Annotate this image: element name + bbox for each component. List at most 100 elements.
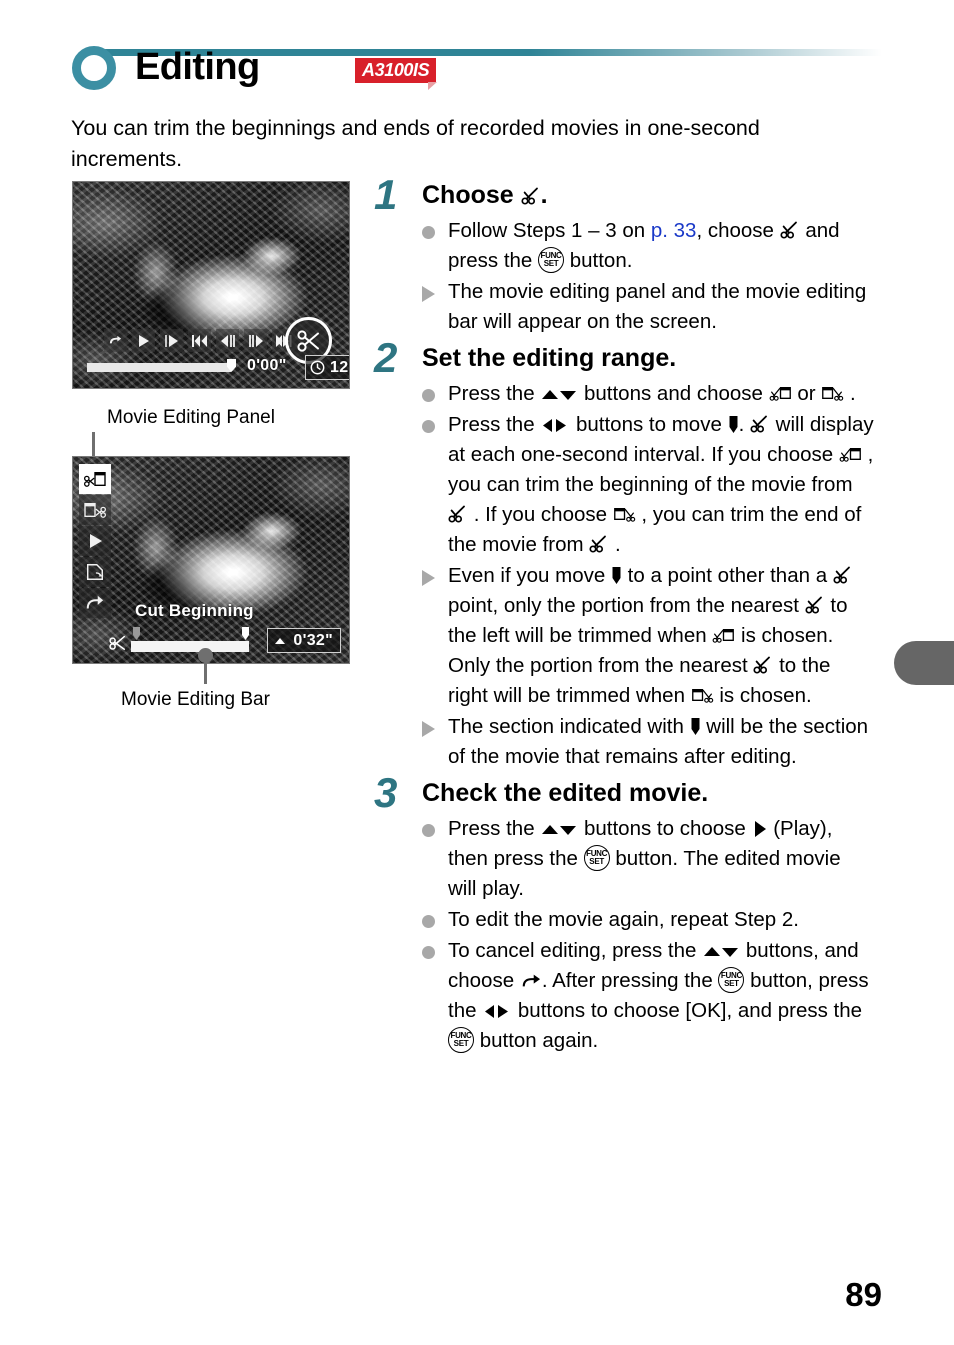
func-set-button-icon: FUNC SET [718,967,745,993]
bullet-text: buttons and choose [578,382,769,405]
bullet-text: Follow Steps 1 – 3 on [448,219,651,242]
skip-back-icon[interactable] [188,329,211,352]
editing-bar-marker-left[interactable] [133,627,140,640]
scissors-icon [780,220,800,240]
editing-bar-marker-right[interactable] [242,627,249,640]
bullet-text: button again. [474,1029,599,1052]
scissors-icon [589,534,609,554]
step-title: Choose . [422,181,548,209]
page-header: Editing A3100IS [72,46,882,98]
cut-beginning-icon [839,444,862,464]
step-number: 3 [374,769,398,816]
editing-mode-label: Cut Beginning [135,601,254,620]
remaining-time-label: 0'32" [293,631,333,649]
action-bullet: Press the buttons to choose (Play), then… [422,814,874,904]
exit-icon[interactable] [104,329,127,352]
left-right-buttons-icon [540,417,570,434]
bullet-text: . [609,533,621,556]
cut-beginning-icon [712,625,735,645]
movie-editing-panel-screenshot: 0'00" 12:00 [72,181,350,389]
bullet-text: . [738,413,750,436]
model-badge: A3100IS [355,58,438,90]
up-down-buttons-icon [540,822,578,838]
chapter-thumb-tab [894,641,954,685]
step-bullet-list: Press the buttons to choose (Play), then… [374,814,874,1056]
bullet-text: button. [564,249,633,272]
instruction-step: 3 Check the edited movie. Press the button… [374,770,874,1056]
bullet-text: Press the [448,817,541,840]
scissors-icon [750,414,770,434]
up-arrow-icon [275,638,285,644]
play-icon[interactable] [79,526,111,556]
step-title-text: Set the editing range. [422,344,677,372]
step-title: Set the editing range. [422,344,676,372]
bullet-text: point, only the portion from the nearest [448,594,805,617]
cut-beginning-icon[interactable] [79,464,111,494]
remaining-time-display: 0'32" [267,628,341,653]
movie-editing-panel [104,329,295,352]
action-bullet: Press the buttons to move . will display… [422,410,874,560]
cut-beginning-icon [769,383,792,403]
bullet-text: buttons to choose [578,817,752,840]
cut-end-icon [613,504,636,524]
step-title-suffix: . [540,181,548,209]
bullet-text: . [844,382,856,405]
scissors-icon [753,655,773,675]
bullet-text: to a point other than a [621,564,833,587]
func-set-button-icon: FUNC SET [583,845,610,871]
func-set-button-icon: FUNC SET [538,247,565,273]
clock-icon [310,360,325,375]
step-bullet-list: Follow Steps 1 – 3 on p. 33, choose and … [374,216,874,337]
action-bullet: To edit the movie again, repeat Step 2. [422,905,874,935]
playback-progress-row: 0'00" 12:00 [87,355,349,380]
page-reference-link[interactable]: p. 33 [651,219,697,242]
bullet-text: Press the [448,413,541,436]
page-number: 89 [845,1276,882,1313]
clock-time-label: 12:00 [330,358,349,376]
frame-forward-icon[interactable] [244,329,267,352]
action-bullet: Follow Steps 1 – 3 on p. 33, choose and … [422,216,874,276]
bullet-text: The section indicated with [448,715,690,738]
step-title: Check the edited movie. [422,779,708,807]
result-bullet: The section indicated with will be the s… [422,712,874,772]
step-number: 2 [374,334,398,381]
frame-back-icon[interactable] [216,329,239,352]
bullet-text: To edit the movie again, repeat Step 2. [448,908,800,931]
bullet-text: is chosen. [713,684,812,707]
instruction-steps: 1 Choose . Follow Steps 1 – 3 on p. 33, ch… [374,172,874,1060]
intro-paragraph: You can trim the beginnings and ends of … [71,116,760,171]
bullet-text: buttons to move [570,413,728,436]
result-bullet: Even if you move to a point other than a… [422,561,874,711]
left-right-buttons-icon [482,1003,512,1020]
playback-progress-bar[interactable] [87,363,231,372]
action-bullet: Press the buttons and choose or . [422,379,874,409]
exit-icon[interactable] [79,588,111,618]
step-title-text: Choose [422,181,521,209]
bullet-text: The movie editing panel and the movie ed… [448,280,867,333]
exit-icon [520,971,542,990]
step-heading: 3 Check the edited movie. [374,770,874,816]
bullet-text: Press the [448,382,541,405]
bullet-text: buttons to choose [OK], and press the [512,999,863,1022]
movie-editing-menu [79,464,111,619]
marker-icon [690,717,701,736]
clock-display: 12:00 [305,355,349,380]
step-bullet-list: Press the buttons and choose or . Press t… [374,379,874,772]
step-heading: 2 Set the editing range. [374,335,874,381]
up-down-buttons-icon [540,387,578,403]
step-title-text: Check the edited movie. [422,779,709,807]
editing-bar-track[interactable] [131,641,249,652]
bullet-text: , choose [696,219,780,242]
scissors-icon [833,565,853,585]
slow-motion-icon[interactable] [160,329,183,352]
result-bullet: The movie editing panel and the movie ed… [422,277,874,337]
play-icon[interactable] [132,329,155,352]
movie-editing-bar: 0'32" [83,624,343,658]
step-heading: 1 Choose . [374,172,874,218]
bullet-text: . If you choose [468,503,613,526]
step-number: 1 [374,171,398,218]
cut-end-icon[interactable] [79,495,111,525]
save-icon[interactable] [79,557,111,587]
func-set-button-icon: FUNC SET [448,1027,474,1053]
up-down-buttons-icon [702,944,740,960]
